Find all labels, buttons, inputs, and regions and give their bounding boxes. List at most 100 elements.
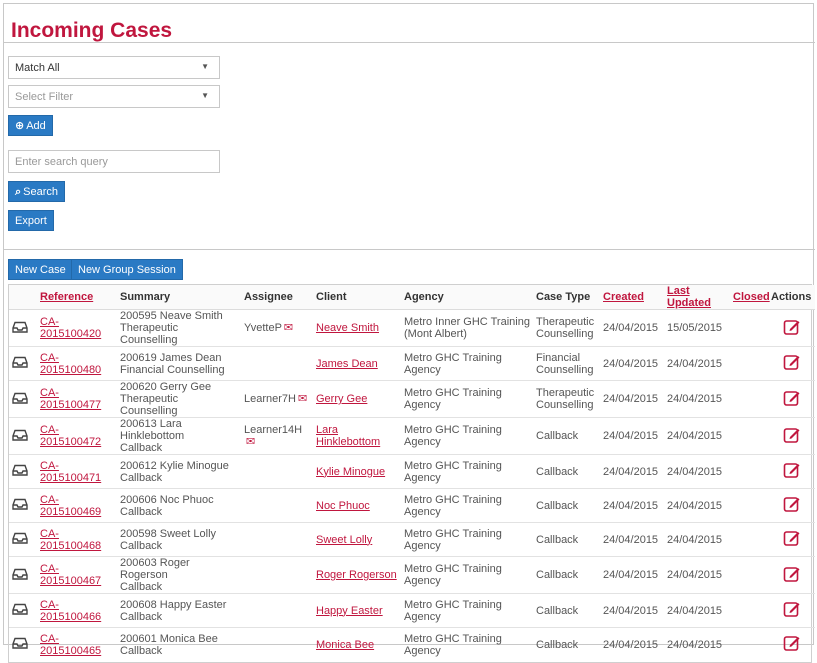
assignee-name: Learner14H [244, 424, 303, 436]
created-cell: 24/04/2015 [600, 346, 664, 381]
inbox-icon [12, 429, 28, 444]
edit-icon[interactable] [783, 319, 801, 339]
case-reference-link[interactable]: CA-2015100469 [40, 494, 101, 518]
case-reference-link[interactable]: CA-2015100468 [40, 528, 101, 552]
match-select[interactable]: Match All ▼ [8, 56, 220, 79]
client-link[interactable]: Neave Smith [316, 322, 379, 334]
case-type-line1: Therapeutic [536, 387, 595, 399]
table-row: CA-2015100480 200619 James Dean Financial … [9, 346, 815, 381]
edit-icon[interactable] [783, 531, 801, 550]
actions-cell [768, 556, 815, 594]
edit-icon[interactable] [783, 463, 801, 482]
agency-line1: Metro GHC Training Agency [404, 424, 502, 448]
case-reference-link[interactable]: CA-2015100466 [40, 599, 101, 623]
edit-icon[interactable] [783, 427, 801, 447]
case-type-line2: Counselling [536, 363, 594, 376]
summary-line2: Callback [120, 644, 163, 657]
client-link[interactable]: Noc Phuoc [316, 500, 370, 512]
add-filter-button[interactable]: ⊕ Add [8, 115, 53, 136]
closed-cell [730, 309, 768, 347]
summary-cell: 200620 Gerry Gee Therapeutic Counselling [117, 380, 241, 418]
case-reference-link[interactable]: CA-2015100420 [40, 316, 101, 340]
chevron-down-icon: ▼ [201, 62, 209, 71]
inbox-icon [12, 321, 28, 336]
inbox-icon [12, 568, 28, 583]
mail-icon[interactable]: ✉ [298, 393, 307, 405]
actions-cell [768, 417, 815, 455]
closed-cell [730, 593, 768, 628]
created-cell: 24/04/2015 [600, 593, 664, 628]
case-type-cell: Callback [533, 454, 600, 489]
summary-line2: Callback [120, 471, 163, 484]
agency-cell: Metro Inner GHC Training (Mont Albert) [401, 309, 533, 347]
new-group-session-button[interactable]: New Group Session [71, 259, 183, 280]
assignee-cell [241, 522, 313, 557]
client-link[interactable]: Gerry Gee [316, 393, 367, 405]
case-reference-link[interactable]: CA-2015100477 [40, 387, 101, 411]
client-link[interactable]: Roger Rogerson [316, 569, 397, 581]
col-closed[interactable]: Closed [730, 285, 770, 310]
edit-icon[interactable] [783, 355, 801, 374]
title-divider [4, 42, 815, 43]
actions-cell [768, 488, 815, 523]
closed-cell [730, 522, 768, 557]
filter-select[interactable]: Select Filter ▼ [8, 85, 220, 108]
case-type-line1: Callback [536, 465, 579, 478]
col-reference[interactable]: Reference [37, 285, 117, 310]
summary-cell: 200601 Monica Bee Callback [117, 628, 241, 662]
case-type-cell: Callback [533, 417, 600, 455]
table-row: CA-2015100465 200601 Monica Bee Callback Mo… [9, 628, 815, 662]
case-reference-link[interactable]: CA-2015100465 [40, 633, 101, 657]
new-group-session-label: New Group Session [78, 264, 176, 276]
export-button[interactable]: Export [8, 210, 54, 231]
case-reference-link[interactable]: CA-2015100480 [40, 352, 101, 376]
row-icon-cell [9, 346, 37, 381]
search-input[interactable]: Enter search query [8, 150, 220, 173]
summary-cell: 200608 Happy Easter Callback [117, 593, 241, 628]
summary-line2: Callback [120, 539, 163, 552]
summary-line1: 200595 Neave Smith [120, 310, 223, 322]
case-type-line1: Callback [536, 638, 579, 651]
row-icon-cell [9, 417, 37, 455]
actions-cell [768, 628, 815, 662]
case-reference-link[interactable]: CA-2015100471 [40, 460, 101, 484]
assignee-cell [241, 628, 313, 662]
client-link[interactable]: Sweet Lolly [316, 534, 372, 546]
table-row: CA-2015100472 200613 Lara Hinklebottom Cal… [9, 417, 815, 455]
summary-cell: 200612 Kylie Minogue Callback [117, 454, 241, 489]
agency-line1: Metro GHC Training Agency [404, 459, 502, 484]
search-button[interactable]: ⌕ Search [8, 181, 66, 202]
mail-icon[interactable]: ✉ [284, 322, 293, 334]
client-link[interactable]: Happy Easter [316, 605, 383, 617]
case-reference-link[interactable]: CA-2015100467 [40, 563, 101, 587]
agency-cell: Metro GHC Training Agency [401, 380, 533, 418]
col-agency: Agency [401, 285, 533, 310]
case-type-cell: Therapeutic Counselling [533, 309, 600, 347]
col-icon [9, 285, 37, 310]
actions-cell [768, 309, 815, 347]
table-row: CA-2015100469 200606 Noc Phuoc Callback Noc… [9, 488, 815, 523]
col-last-updated[interactable]: Last Updated [664, 285, 730, 310]
edit-icon[interactable] [783, 390, 801, 410]
agency-cell: Metro GHC Training Agency [401, 417, 533, 455]
client-link[interactable]: Kylie Minogue [316, 466, 385, 478]
row-icon-cell [9, 593, 37, 628]
actions-cell [768, 593, 815, 628]
table-row: CA-2015100466 200608 Happy Easter Callback… [9, 593, 815, 628]
edit-icon[interactable] [783, 566, 801, 586]
summary-line1: 200608 Happy Easter [120, 598, 227, 611]
col-created[interactable]: Created [600, 285, 664, 310]
client-link[interactable]: Monica Bee [316, 639, 374, 651]
edit-icon[interactable] [783, 636, 801, 655]
case-reference-link[interactable]: CA-2015100472 [40, 424, 101, 448]
client-link[interactable]: James Dean [316, 358, 378, 370]
client-link[interactable]: Lara Hinklebottom [316, 424, 380, 448]
mail-icon[interactable]: ✉ [246, 436, 255, 448]
summary-line1: 200619 James Dean [120, 351, 222, 364]
edit-icon[interactable] [783, 497, 801, 516]
actions-cell [768, 522, 815, 557]
new-case-button[interactable]: New Case [8, 259, 73, 280]
edit-icon[interactable] [783, 602, 801, 621]
inbox-icon [12, 603, 28, 618]
case-type-line1: Therapeutic [536, 316, 595, 328]
